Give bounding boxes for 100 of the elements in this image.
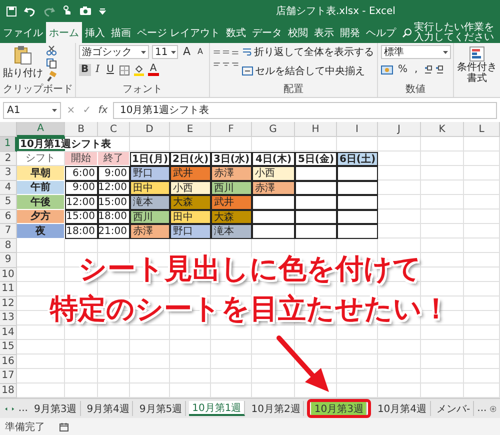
fill-bucket-icon[interactable] xyxy=(132,64,145,76)
row-header[interactable]: 1 xyxy=(0,137,17,152)
column-header[interactable]: B xyxy=(65,122,98,137)
table-cell xyxy=(252,195,295,210)
column-header[interactable]: D xyxy=(130,122,170,137)
conditional-format-button[interactable]: 条件付き書式 xyxy=(457,62,497,84)
dropdown-icon xyxy=(170,50,176,54)
row-header[interactable]: 8 xyxy=(0,238,17,253)
row-header[interactable]: 6 xyxy=(0,210,17,224)
ribbon-tab[interactable]: ホーム xyxy=(46,22,82,43)
sheet-tab[interactable]: 9月第4週 xyxy=(84,401,134,416)
font-color-button[interactable]: A xyxy=(148,64,159,76)
table-cell: 開始 xyxy=(65,152,98,166)
table-cell xyxy=(337,210,378,224)
column-header[interactable]: C xyxy=(98,122,130,137)
row-header[interactable]: 5 xyxy=(0,195,17,210)
time-cell: 15:00 xyxy=(65,210,98,224)
column-header[interactable]: I xyxy=(337,122,378,137)
ribbon-tab[interactable]: ページ レイアウト xyxy=(134,23,224,43)
comma-button[interactable]: , xyxy=(412,64,420,76)
ribbon-tab[interactable]: データ xyxy=(249,23,286,43)
column-header[interactable]: A xyxy=(17,122,65,137)
row-header[interactable]: 16 xyxy=(0,354,17,369)
underline-button[interactable]: U xyxy=(104,64,116,76)
ribbon-tab[interactable]: 校閲 xyxy=(285,23,312,43)
row-header[interactable]: 9 xyxy=(0,253,17,268)
row-header[interactable]: 14 xyxy=(0,326,17,340)
borders-icon[interactable] xyxy=(118,64,130,76)
undo-icon[interactable] xyxy=(24,6,36,16)
format-painter-icon[interactable] xyxy=(46,71,57,82)
sheet-tab[interactable]: 10月第2週 xyxy=(248,401,304,416)
more-sheets-button[interactable]: ... xyxy=(18,403,28,414)
ribbon-tab[interactable]: ヘルプ xyxy=(363,23,400,43)
currency-icon[interactable] xyxy=(381,65,393,75)
conditional-format-icon[interactable] xyxy=(469,46,485,62)
insert-function-button[interactable]: fx xyxy=(97,104,109,116)
number-format-dropdown[interactable]: 標準 xyxy=(381,45,451,59)
camera-icon[interactable] xyxy=(79,6,92,16)
ribbon-tab[interactable]: ファイル xyxy=(0,23,46,43)
sheet-tab[interactable]: メンバ- xyxy=(434,401,474,416)
search-field[interactable]: 実行したい作業を入力してください xyxy=(414,22,500,42)
row-header[interactable]: 15 xyxy=(0,340,17,354)
row-header[interactable]: 11 xyxy=(0,282,17,296)
row-header[interactable]: 17 xyxy=(0,369,17,384)
ribbon-tab[interactable]: 描画 xyxy=(108,23,134,43)
row-header[interactable]: 10 xyxy=(0,268,17,282)
font-name-dropdown[interactable]: 游ゴシック xyxy=(79,45,149,59)
table-cell xyxy=(295,224,337,238)
sheet-tab[interactable]: 10月第4週 xyxy=(374,401,431,416)
ribbon-tab[interactable]: 挿入 xyxy=(82,23,108,43)
grow-font-button[interactable]: A xyxy=(181,46,193,58)
touch-mode-icon[interactable] xyxy=(62,5,72,17)
column-header[interactable]: F xyxy=(211,122,252,137)
merge-center-button[interactable]: セルを結合して中央揃え xyxy=(242,64,374,78)
sheet-tab[interactable]: 10月第1週 xyxy=(189,401,246,416)
customize-dropdown-icon[interactable] xyxy=(99,8,106,14)
wrap-text-button[interactable]: 折り返して全体を表示する xyxy=(242,45,374,59)
row-header[interactable]: 12 xyxy=(0,296,17,311)
row-header[interactable]: 7 xyxy=(0,224,17,238)
row-header[interactable]: 3 xyxy=(0,166,17,180)
save-icon[interactable] xyxy=(6,6,17,16)
name-box[interactable]: A1 xyxy=(3,102,61,118)
column-header[interactable]: E xyxy=(170,122,211,137)
italic-button[interactable]: I xyxy=(94,64,102,76)
column-header[interactable]: K xyxy=(421,122,464,137)
sheet-tab[interactable]: 9月第5週 xyxy=(136,401,186,416)
paste-icon[interactable] xyxy=(14,45,32,65)
column-header[interactable]: L xyxy=(464,122,500,137)
name-cell: 赤澤 xyxy=(211,166,252,180)
ribbon-tab[interactable]: 数式 xyxy=(223,23,250,43)
percent-button[interactable]: % xyxy=(396,64,410,76)
shrink-font-button[interactable]: A xyxy=(196,46,206,58)
column-header[interactable]: H xyxy=(295,122,337,137)
row-header[interactable]: 13 xyxy=(0,311,17,326)
row-header[interactable]: 18 xyxy=(0,384,17,398)
more-sheets-button[interactable]: ... xyxy=(477,403,487,414)
column-header[interactable]: J xyxy=(378,122,421,137)
sheet-title: 10月第1週シフト表 xyxy=(19,138,111,151)
decimal-icon[interactable] xyxy=(422,65,445,75)
row-header[interactable]: 2 xyxy=(0,152,17,166)
sheet-tab[interactable]: 9月第3週 xyxy=(30,401,81,416)
scroll-right-icon[interactable] xyxy=(11,404,16,412)
day-header: 5日(金) xyxy=(295,152,337,166)
table-cell xyxy=(295,180,337,195)
paste-button[interactable]: 貼り付け xyxy=(3,66,43,80)
column-header[interactable]: G xyxy=(252,122,295,137)
time-cell: 12:00 xyxy=(65,195,98,210)
row-header[interactable]: 4 xyxy=(0,180,17,195)
sheet-tab[interactable]: 10月第3週 xyxy=(311,402,368,415)
bold-button[interactable]: B xyxy=(79,64,91,76)
ribbon-tab[interactable]: 表示 xyxy=(311,23,338,43)
scissors-icon[interactable] xyxy=(46,45,57,56)
formula-field[interactable]: 10月第1週シフト表 xyxy=(113,102,497,118)
scroll-left-icon[interactable] xyxy=(4,404,8,412)
name-cell: 西川 xyxy=(130,210,170,224)
table-cell xyxy=(252,224,295,238)
ribbon-tab[interactable]: 開発 xyxy=(337,23,364,43)
font-size-dropdown[interactable]: 11 xyxy=(152,45,178,59)
group-label: 数値 xyxy=(404,83,426,96)
copy-icon[interactable] xyxy=(46,58,57,69)
